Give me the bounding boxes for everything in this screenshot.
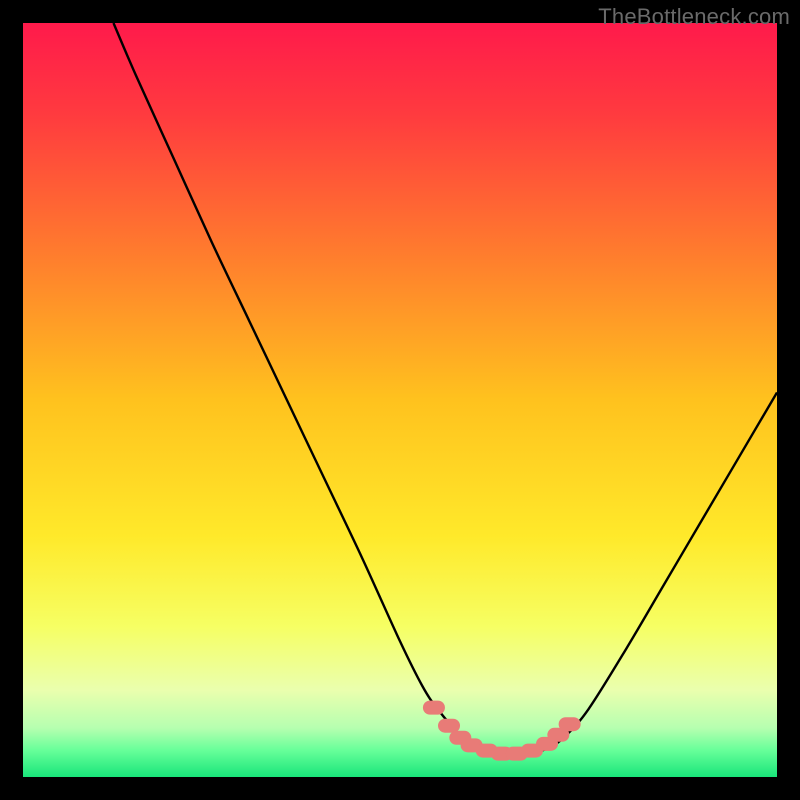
gradient-and-curve	[23, 23, 777, 777]
marker-dot	[438, 719, 460, 733]
watermark-label: TheBottleneck.com	[598, 4, 790, 30]
chart-stage: TheBottleneck.com	[0, 0, 800, 800]
marker-dot	[423, 701, 445, 715]
marker-dot	[559, 717, 581, 731]
plot-area	[23, 23, 777, 777]
gradient-bg	[23, 23, 777, 777]
